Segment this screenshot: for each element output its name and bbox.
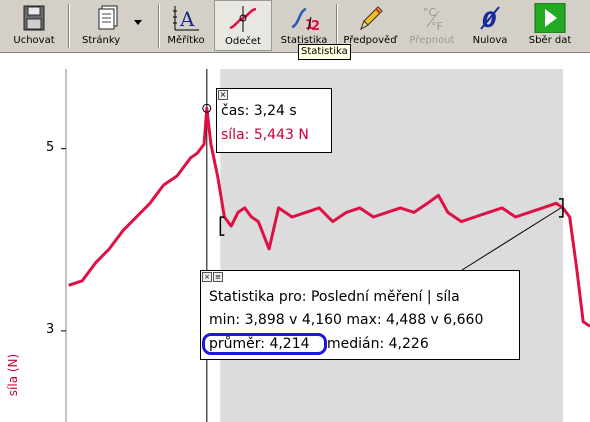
y-ticks [61,148,66,332]
autoscale-button[interactable]: A Měřítko [160,0,212,51]
options-icon[interactable]: ≡ [213,272,223,282]
pages-button[interactable]: Stránky [72,0,146,51]
save-button[interactable]: Uchovat [2,0,66,51]
save-label: Uchovat [13,35,55,46]
zero-label: Nulova [472,35,508,46]
collect-button[interactable]: Sběr dat [518,0,582,51]
save-disk-icon [23,5,45,31]
y-axis-title[interactable]: síla (N) [0,346,24,406]
play-collect-icon [534,3,566,33]
toolbar: Uchovat Stránky A Měřítko Odečet 2 Stati… [0,0,590,53]
force-readout: síla: 5,443 N [221,127,309,143]
examine-button[interactable]: Odečet [214,0,272,51]
examine-icon [229,6,257,32]
switch-units-button[interactable]: °C °F Přepnout [404,0,460,51]
svg-text:A: A [179,7,195,31]
stats-median: medián: 4,226 [327,336,429,352]
examine-readout-box[interactable]: × čas: 3,24 s síla: 5,443 N [216,88,332,153]
pages-label: Stránky [82,35,121,46]
switch-units-label: Přepnout [409,35,455,46]
y-axis-label: síla (N) [6,353,20,397]
collect-label: Sběr dat [528,35,572,46]
mean-highlight-ring [202,333,327,355]
zero-button[interactable]: 0 Nulova [464,0,516,51]
zero-icon: 0 [480,6,500,32]
pencil-prediction-icon [360,6,383,31]
y-tick-label-3: 3 [46,321,55,337]
close-icon[interactable]: × [218,90,228,100]
stats-title: Statistika pro: Poslední měření | síla [209,289,460,305]
statistics-box[interactable]: × ≡ Statistika pro: Poslední měření | sí… [200,270,520,360]
svg-text:2: 2 [311,19,319,33]
pages-icon [98,5,118,30]
autoscale-label: Měřítko [167,35,205,46]
time-readout: čas: 3,24 s [221,103,297,119]
stats-min-max: min: 3,898 v 4,160 max: 4,488 v 6,660 [209,312,484,328]
chevron-down-icon[interactable] [134,20,142,26]
svg-text:°F: °F [431,20,443,33]
autoscale-icon: A [173,6,199,31]
statistics-icon: 1 2 [291,7,319,33]
examine-label: Odečet [225,36,261,47]
switch-units-icon: °C °F [423,6,443,33]
y-tick-label-5: 5 [46,139,55,155]
close-icon[interactable]: × [202,272,212,282]
